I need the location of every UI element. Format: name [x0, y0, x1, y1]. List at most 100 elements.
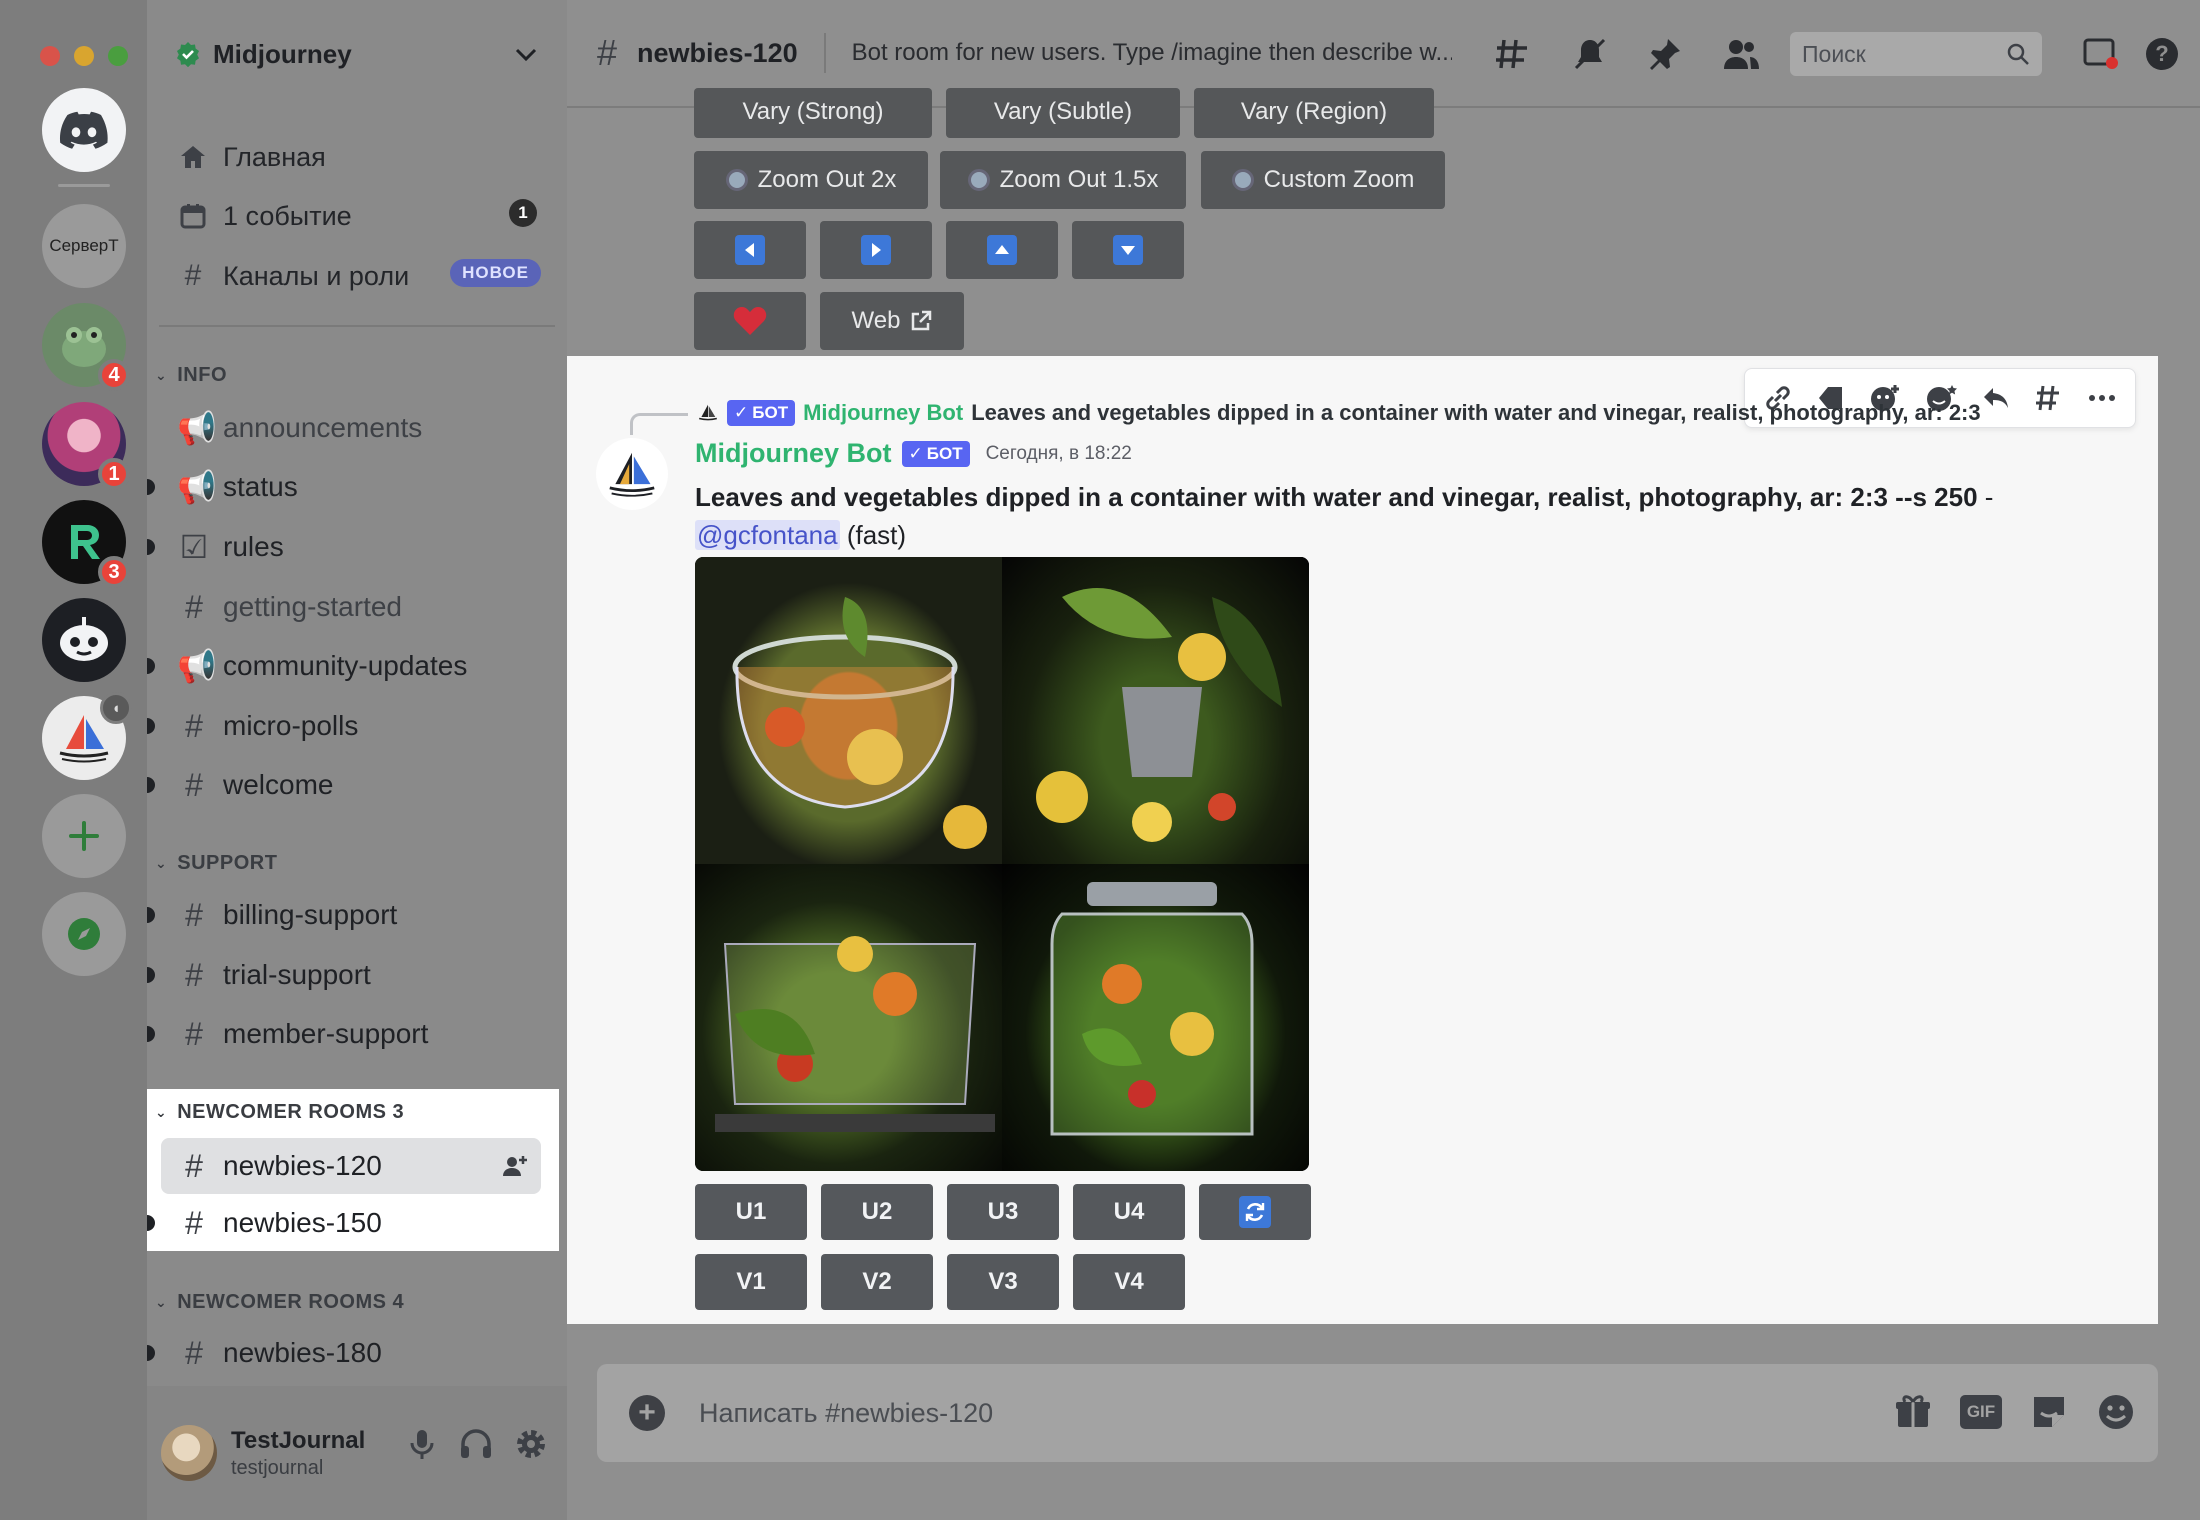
- hash-icon: #: [185, 588, 203, 625]
- attach-plus-icon[interactable]: +: [629, 1395, 665, 1431]
- category-info[interactable]: ⌄ INFO: [155, 364, 227, 387]
- favorite-heart-button[interactable]: [694, 292, 806, 350]
- upscale-u1-button[interactable]: U1: [695, 1184, 807, 1240]
- server-icon-portrait[interactable]: 1: [42, 402, 130, 490]
- upscale-u4-button[interactable]: U4: [1073, 1184, 1185, 1240]
- channel-label: newbies-150: [223, 1207, 382, 1238]
- channel-title: newbies-120: [637, 37, 798, 68]
- category-newcomer-rooms-4[interactable]: ⌄ NEWCOMER ROOMS 4: [155, 1291, 404, 1314]
- unread-dot: [147, 1345, 155, 1361]
- channel-trial-support[interactable]: # trial-support: [147, 950, 547, 1000]
- vary-strong-button[interactable]: Vary (Strong): [694, 88, 932, 138]
- message-composer[interactable]: + Написать #newbies-120 GIF: [597, 1364, 2158, 1462]
- hash-thread-icon: #: [185, 1015, 203, 1052]
- channel-topic[interactable]: Bot room for new users. Type /imagine th…: [852, 39, 1452, 67]
- bot-tag: ✓ БОТ: [727, 400, 796, 426]
- upscale-u3-button[interactable]: U3: [947, 1184, 1059, 1240]
- inbox-icon[interactable]: [2082, 37, 2118, 71]
- category-support[interactable]: ⌄ SUPPORT: [155, 852, 277, 875]
- channel-label: status: [223, 471, 298, 502]
- custom-zoom-button[interactable]: Custom Zoom: [1201, 151, 1445, 209]
- avatar[interactable]: [161, 1425, 217, 1481]
- avatar[interactable]: [596, 438, 668, 510]
- explore-servers-button[interactable]: [42, 892, 126, 976]
- channel-status[interactable]: 📢 status: [147, 462, 547, 512]
- user-mention[interactable]: @gcfontana: [695, 520, 840, 550]
- message-content: Leaves and vegetables dipped in a contai…: [695, 478, 2115, 554]
- category-newcomer-rooms-3[interactable]: ⌄ NEWCOMER ROOMS 3: [155, 1101, 404, 1124]
- server-header[interactable]: Midjourney: [147, 0, 567, 108]
- refresh-icon: [1239, 1196, 1271, 1228]
- invite-member-icon[interactable]: [501, 1154, 529, 1178]
- variation-v4-button[interactable]: V4: [1073, 1254, 1185, 1310]
- variation-v2-button[interactable]: V2: [821, 1254, 933, 1310]
- channel-sidebar: Midjourney Главная 1 событие 1 # Каналы …: [147, 0, 567, 1520]
- upscale-u2-button[interactable]: U2: [821, 1184, 933, 1240]
- channel-newbies-150[interactable]: # newbies-150: [147, 1198, 547, 1248]
- megaphone-icon: 📢: [177, 469, 217, 505]
- variation-v1-button[interactable]: V1: [695, 1254, 807, 1310]
- server-icon-r[interactable]: 3: [42, 500, 130, 588]
- message-author[interactable]: Midjourney Bot: [695, 438, 892, 469]
- direct-messages-button[interactable]: [42, 88, 126, 172]
- pan-up-button[interactable]: [946, 221, 1058, 279]
- channel-welcome[interactable]: # welcome: [147, 760, 547, 810]
- minimize-window-button[interactable]: [74, 46, 94, 66]
- nav-home[interactable]: Главная: [177, 134, 326, 180]
- microphone-icon[interactable]: [407, 1428, 437, 1462]
- channel-community-updates[interactable]: 📢 community-updates: [147, 641, 547, 691]
- channel-micro-polls[interactable]: # micro-polls: [147, 701, 547, 751]
- channel-announcements[interactable]: 📢 announcements: [177, 403, 547, 453]
- mute-notifications-icon[interactable]: [1572, 36, 1608, 72]
- sticker-icon[interactable]: [2030, 1393, 2068, 1431]
- server-icon-servert[interactable]: СерверТ: [42, 204, 126, 288]
- nav-events-label: 1 событие: [223, 200, 352, 231]
- image-quadrant-4: [1002, 864, 1309, 1171]
- pan-down-button[interactable]: [1072, 221, 1184, 279]
- help-icon[interactable]: ?: [2144, 36, 2180, 72]
- channel-label: community-updates: [223, 650, 468, 681]
- category-label: INFO: [177, 364, 228, 386]
- channel-rules[interactable]: ☑ rules: [147, 522, 547, 572]
- close-window-button[interactable]: [40, 46, 60, 66]
- threads-icon[interactable]: [1494, 36, 1532, 72]
- member-list-icon[interactable]: [1722, 37, 1760, 71]
- channel-newbies-120[interactable]: # newbies-120: [161, 1138, 541, 1194]
- variation-v3-button[interactable]: V3: [947, 1254, 1059, 1310]
- more-options-icon[interactable]: [2087, 393, 2117, 403]
- zoom-out-2x-button[interactable]: Zoom Out 2x: [694, 151, 928, 209]
- gear-icon[interactable]: [515, 1428, 547, 1460]
- emoji-icon[interactable]: [2096, 1392, 2136, 1432]
- channel-billing-support[interactable]: # billing-support: [147, 890, 547, 940]
- server-icon-midjourney[interactable]: ◖: [42, 692, 132, 780]
- reroll-button[interactable]: [1199, 1184, 1311, 1240]
- nav-channels-roles-label: Каналы и роли: [223, 260, 410, 291]
- maximize-window-button[interactable]: [108, 46, 128, 66]
- nav-events[interactable]: 1 событие: [177, 193, 352, 239]
- message-highlighted[interactable]: ✓ БОТ Midjourney Bot Leaves and vegetabl…: [567, 356, 2158, 1324]
- channel-member-support[interactable]: # member-support: [147, 1009, 547, 1059]
- server-icon-frog[interactable]: 4: [42, 303, 130, 391]
- generated-image-grid[interactable]: [695, 557, 1309, 1171]
- headphones-icon[interactable]: [459, 1428, 493, 1460]
- pin-icon[interactable]: [1648, 37, 1682, 71]
- vary-region-button[interactable]: Vary (Region): [1194, 88, 1434, 138]
- pan-left-button[interactable]: [694, 221, 806, 279]
- unread-badge: 4: [98, 359, 130, 391]
- button-label: Custom Zoom: [1263, 166, 1415, 193]
- pan-right-button[interactable]: [820, 221, 932, 279]
- server-icon-discord-bot[interactable]: [42, 598, 126, 682]
- gift-icon[interactable]: [1894, 1393, 1932, 1431]
- server-name: Midjourney: [213, 38, 352, 69]
- zoom-out-1-5x-button[interactable]: Zoom Out 1.5x: [940, 151, 1186, 209]
- add-server-button[interactable]: [42, 794, 126, 878]
- vary-subtle-button[interactable]: Vary (Subtle): [946, 88, 1180, 138]
- web-link-button[interactable]: Web: [820, 292, 964, 350]
- nav-channels-roles[interactable]: # Каналы и роли: [177, 253, 410, 299]
- search-input[interactable]: Поиск: [1790, 32, 2042, 76]
- gif-icon[interactable]: GIF: [1960, 1395, 2002, 1429]
- reply-reference[interactable]: ✓ БОТ Midjourney Bot Leaves and vegetabl…: [697, 400, 2077, 426]
- channel-newbies-180[interactable]: # newbies-180: [147, 1328, 547, 1378]
- chevron-down-icon[interactable]: [515, 48, 537, 62]
- channel-getting-started[interactable]: # getting-started: [177, 582, 547, 632]
